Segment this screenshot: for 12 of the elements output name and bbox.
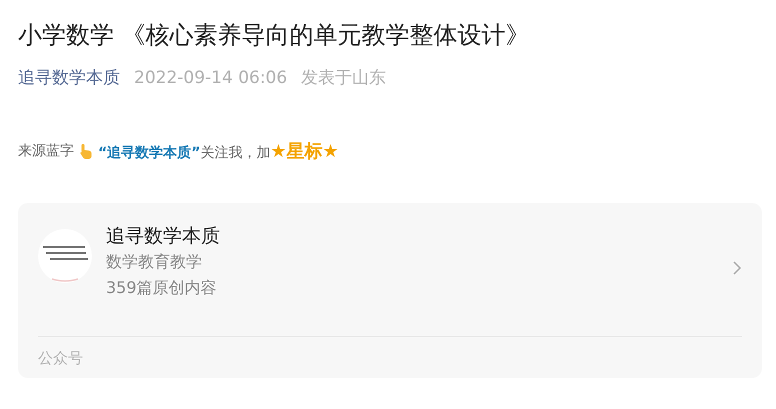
account-card[interactable]: 追寻数学本质 数学教育教学 359篇原创内容 公众号 (18, 203, 762, 378)
article-title: 小学数学 《核心素养导向的单元教学整体设计》 (18, 20, 531, 51)
follow-prompt: “追寻数学本质”关注我，加★星标★ (98, 140, 339, 163)
article-count: 359篇原创内容 (106, 277, 218, 299)
intro-text: 来源蓝字 (18, 142, 74, 160)
chevron-right-icon (732, 261, 742, 275)
publish-location: 发表于山东 (301, 67, 386, 89)
account-category: 数学教育教学 (106, 251, 203, 273)
author-link[interactable]: 追寻数学本质 (18, 66, 120, 89)
publish-date: 2022-09-14 06:06 (134, 68, 288, 88)
account-name: 追寻数学本质 (106, 224, 221, 249)
account-type-label: 公众号 (38, 349, 83, 367)
